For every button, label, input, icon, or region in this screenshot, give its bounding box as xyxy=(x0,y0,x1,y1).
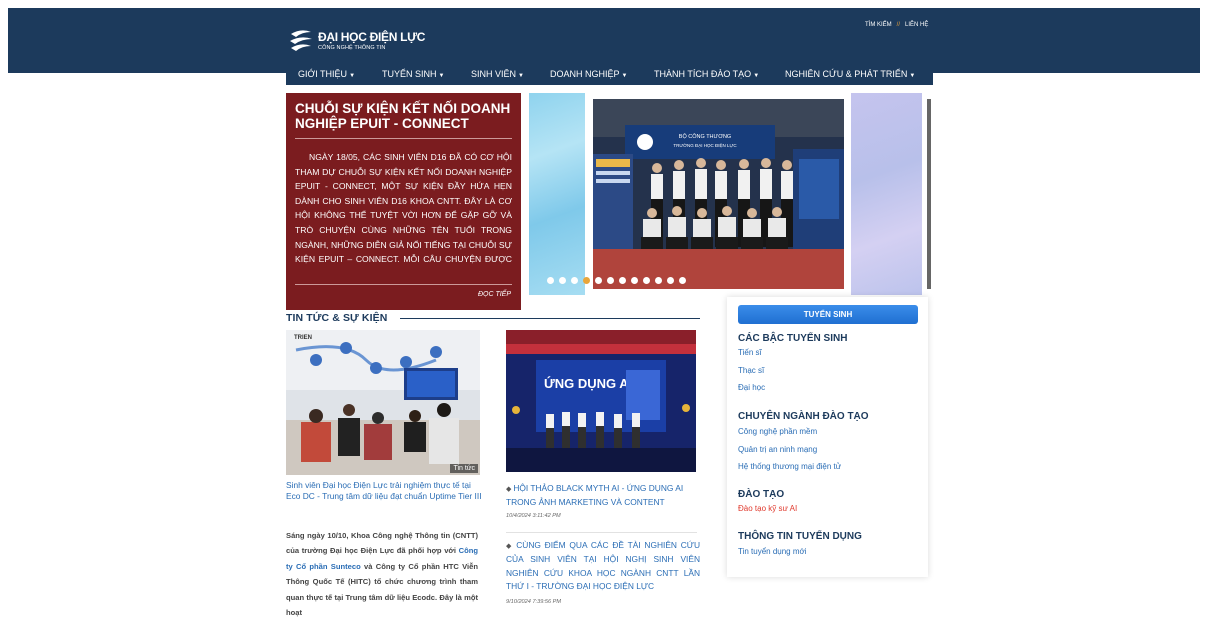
nav-item-nghien-cuu[interactable]: NGHIÊN CỨU & PHÁT TRIỂN ▼ xyxy=(785,69,915,79)
news-date: 10/4/2024 3:11:42 PM xyxy=(506,513,561,519)
contact-link[interactable]: LIÊN HỆ xyxy=(905,22,928,28)
nav-item-label: THÀNH TÍCH ĐÀO TẠO xyxy=(654,69,752,79)
news-photo-seminar: ỨNG DỤNG AI xyxy=(506,330,696,472)
nav-item-label: DOANH NGHIỆP xyxy=(550,69,620,79)
tag-icon: ◆ xyxy=(506,543,517,550)
news-thumbnail[interactable]: ỨNG DỤNG AI xyxy=(506,330,696,472)
nav-item-doanh-nghiep[interactable]: DOANH NGHIỆP ▼ xyxy=(550,69,627,79)
sidebar-heading-training: ĐÀO TẠO xyxy=(738,489,785,500)
news-thumbnail[interactable]: TRIEN Tin tức xyxy=(286,330,480,475)
sidebar-heading-levels: CÁC BẬC TUYỂN SINH xyxy=(738,333,848,344)
slide-preview-edge xyxy=(927,99,931,289)
slider-dot[interactable] xyxy=(619,277,626,284)
news-excerpt: Sáng ngày 10/10, Khoa Công nghệ Thông ti… xyxy=(286,528,478,620)
nav-item-label: GIỚI THIỆU xyxy=(298,69,348,79)
caret-down-icon: ▼ xyxy=(349,73,356,79)
nav-item-sinh-vien[interactable]: SINH VIÊN ▼ xyxy=(471,69,524,79)
nav-item-label: TUYỂN SINH xyxy=(382,69,437,79)
section-divider xyxy=(400,318,700,319)
news-photo-visit: TRIEN xyxy=(286,330,480,475)
search-link[interactable]: TÌM KIẾM xyxy=(865,22,892,28)
read-more-link[interactable]: ĐỌC TIẾP xyxy=(478,291,511,298)
site-logo[interactable]: ĐẠI HỌC ĐIỆN LỰC CÔNG NGHỆ THÔNG TIN xyxy=(288,24,425,58)
screen-title: ỨNG DỤNG AI xyxy=(544,376,632,391)
news-category-badge[interactable]: Tin tức xyxy=(450,464,478,473)
section-title: TIN TỨC & SỰ KIỆN xyxy=(286,312,388,324)
slide-preview-right[interactable] xyxy=(851,93,922,295)
event-group-photo: BỘ CÔNG THƯƠNG TRƯỜNG ĐẠI HỌC ĐIỆN LỰC xyxy=(593,99,844,289)
nav-item-label: NGHIÊN CỨU & PHÁT TRIỂN xyxy=(785,69,908,79)
slider-dot[interactable] xyxy=(607,277,614,284)
admissions-sidebar: TUYỂN SINH CÁC BẬC TUYỂN SINH Tiến sĩ Th… xyxy=(727,297,928,577)
hero-fade xyxy=(286,267,521,310)
sidebar-link-security[interactable]: Quản trị an ninh mạng xyxy=(738,445,817,454)
slider-pagination xyxy=(547,277,686,284)
sidebar-link-tien-si[interactable]: Tiến sĩ xyxy=(738,348,762,357)
admissions-button[interactable]: TUYỂN SINH xyxy=(738,305,918,324)
sidebar-link-dai-hoc[interactable]: Đại học xyxy=(738,383,765,392)
caret-down-icon: ▼ xyxy=(621,73,628,79)
sidebar-link-thac-si[interactable]: Thạc sĩ xyxy=(738,366,764,375)
news-title-link[interactable]: ◆ CÙNG ĐIỂM QUA CÁC ĐỀ TÀI NGHIÊN CỨU CỦ… xyxy=(506,539,700,594)
news-title-link[interactable]: Sinh viên Đại học Điện Lực trải nghiệm t… xyxy=(286,480,482,502)
sidebar-heading-majors: CHUYÊN NGÀNH ĐÀO TẠO xyxy=(738,411,869,422)
nav-item-label: SINH VIÊN xyxy=(471,69,517,79)
news-title-text: CÙNG ĐIỂM QUA CÁC ĐỀ TÀI NGHIÊN CỨU CỦA … xyxy=(506,540,700,592)
nav-item-tuyen-sinh[interactable]: TUYỂN SINH ▼ xyxy=(382,69,444,79)
sidebar-heading-recruitment: THÔNG TIN TUYỂN DỤNG xyxy=(738,531,862,542)
news-date: 9/10/2024 7:39:56 PM xyxy=(506,599,562,605)
caret-down-icon: ▼ xyxy=(438,73,445,79)
hero-photo[interactable]: BỘ CÔNG THƯƠNG TRƯỜNG ĐẠI HỌC ĐIỆN LỰC xyxy=(593,99,844,289)
nav-item-thanh-tich[interactable]: THÀNH TÍCH ĐÀO TẠO ▼ xyxy=(654,69,759,79)
sidebar-link-software[interactable]: Công nghệ phần mềm xyxy=(738,427,817,436)
slider-dot[interactable] xyxy=(655,277,662,284)
slider-dot[interactable] xyxy=(679,277,686,284)
hero-caption-panel: CHUỖI SỰ KIỆN KẾT NỐI DOANH NGHIỆP EPUIT… xyxy=(286,93,521,310)
slider-dot[interactable] xyxy=(667,277,674,284)
logo-icon xyxy=(290,30,312,51)
caret-down-icon: ▼ xyxy=(753,73,760,79)
top-links-separator: // xyxy=(896,22,901,28)
slider-dot[interactable] xyxy=(559,277,566,284)
slider-dot[interactable] xyxy=(643,277,650,284)
sidebar-link-ecommerce[interactable]: Hệ thống thương mại điện tử xyxy=(738,462,841,471)
logo-title: ĐẠI HỌC ĐIỆN LỰC xyxy=(318,29,426,44)
caret-down-icon: ▼ xyxy=(518,73,524,79)
banner-line-1: BỘ CÔNG THƯƠNG xyxy=(679,133,731,140)
hero-title[interactable]: CHUỖI SỰ KIỆN KẾT NỐI DOANH NGHIỆP EPUIT… xyxy=(295,101,515,131)
nav-item-gioi-thieu[interactable]: GIỚI THIỆU ▼ xyxy=(298,69,355,79)
slider-dot[interactable] xyxy=(631,277,638,284)
hero-divider xyxy=(295,138,512,139)
news-title-text: HỘI THẢO BLACK MYTH AI - ỨNG DỤNG AI TRO… xyxy=(506,483,684,507)
news-title-link[interactable]: ◆ HỘI THẢO BLACK MYTH AI - ỨNG DỤNG AI T… xyxy=(506,482,701,509)
slider-dot[interactable] xyxy=(595,277,602,284)
wall-text: TRIEN xyxy=(294,335,312,341)
sidebar-link-ai-engineer[interactable]: Đào tạo kỹ sư AI xyxy=(738,504,797,513)
caret-down-icon: ▼ xyxy=(909,73,916,79)
slider-dot[interactable] xyxy=(571,277,578,284)
slide-preview-left[interactable] xyxy=(529,93,585,295)
slider-dot[interactable] xyxy=(547,277,554,284)
excerpt-text: Sáng ngày 10/10, Khoa Công nghệ Thông ti… xyxy=(286,531,478,556)
sidebar-link-new-jobs[interactable]: Tin tuyển dụng mới xyxy=(738,547,807,556)
logo-subtitle: CÔNG NGHỆ THÔNG TIN xyxy=(318,44,386,51)
news-divider xyxy=(506,532,697,533)
top-links: TÌM KIẾM // LIÊN HỆ xyxy=(865,22,928,28)
main-nav: GIỚI THIỆU ▼ TUYỂN SINH ▼ SINH VIÊN ▼ DOANH… xyxy=(286,63,933,85)
slider-dot[interactable] xyxy=(583,277,590,284)
hero-divider-bottom xyxy=(295,284,512,285)
banner-line-2: TRƯỜNG ĐẠI HỌC ĐIỆN LỰC xyxy=(673,141,737,148)
